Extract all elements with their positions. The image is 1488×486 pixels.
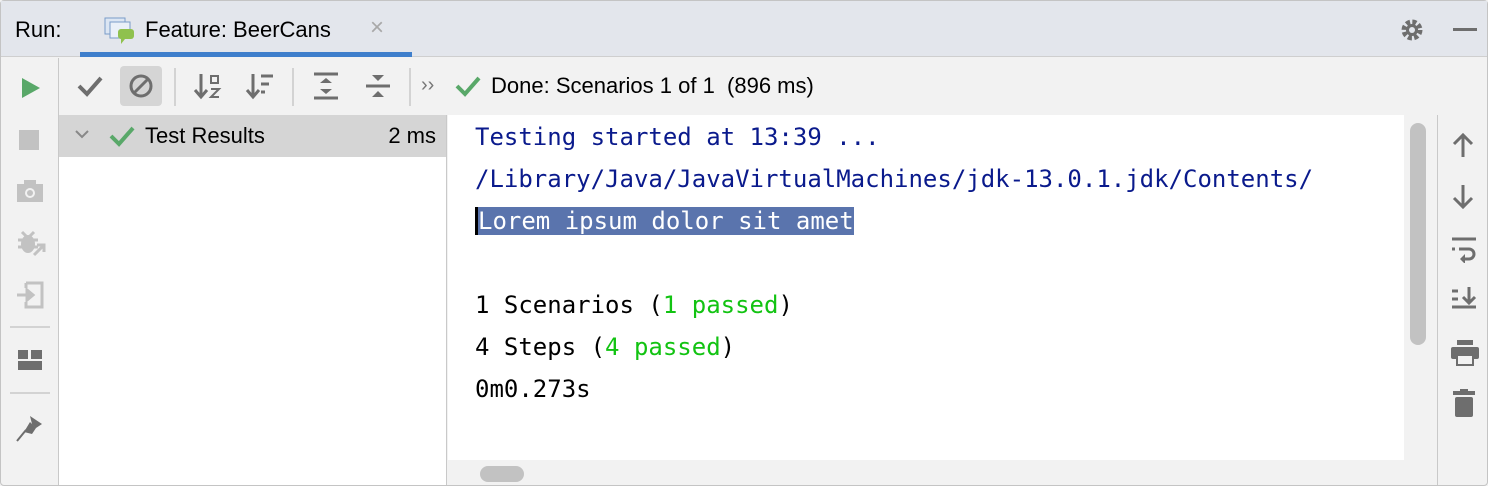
import-tests-icon[interactable] xyxy=(16,280,46,310)
console-output[interactable]: Testing started at 13:39 ... /Library/Jav… xyxy=(448,115,1437,485)
status-text: Done: Scenarios 1 of 1 (896 ms) xyxy=(491,73,814,98)
sort-alpha-icon xyxy=(193,74,222,100)
separator xyxy=(10,326,50,328)
close-tab-icon[interactable]: × xyxy=(370,15,384,41)
minimize-icon[interactable] xyxy=(1453,28,1477,31)
layout-icon[interactable] xyxy=(16,348,44,372)
console-line: Testing started at 13:39 ... xyxy=(475,123,880,151)
tab-feature-beercans[interactable]: Feature: BeerCans × xyxy=(80,1,412,57)
sort-alphabetically-button[interactable] xyxy=(187,66,229,106)
separator xyxy=(409,68,411,106)
left-toolbar xyxy=(1,58,59,485)
sort-duration-icon xyxy=(245,74,273,100)
arrow-up-icon[interactable] xyxy=(1450,131,1476,159)
gear-icon[interactable] xyxy=(1399,17,1425,43)
debug-export-icon[interactable] xyxy=(16,228,46,258)
test-tree: Test Results 2 ms xyxy=(59,115,447,485)
run-tool-window: Run: Feature: BeerCans × ›› Done: Scenar… xyxy=(0,0,1488,486)
selected-text[interactable]: Lorem ipsum dolor sit amet xyxy=(475,207,854,235)
chevron-down-icon[interactable] xyxy=(73,125,91,143)
tree-item-test-results[interactable]: Test Results 2 ms xyxy=(59,115,446,157)
console-line: 0m0.273s xyxy=(475,375,591,403)
text: 1 Scenarios ( xyxy=(475,291,663,319)
text: 4 Steps ( xyxy=(475,333,606,361)
cucumber-feature-icon xyxy=(104,17,134,44)
check-icon xyxy=(77,76,103,97)
vertical-scrollbar[interactable] xyxy=(1410,123,1426,345)
check-icon xyxy=(455,76,481,97)
text: ) xyxy=(720,333,736,361)
trash-icon[interactable] xyxy=(1450,389,1478,419)
scroll-to-end-icon[interactable] xyxy=(1450,285,1478,313)
console-line: Lorem ipsum dolor sit amet xyxy=(475,200,1313,242)
more-actions-icon[interactable]: ›› xyxy=(421,74,434,96)
soft-wrap-icon[interactable] xyxy=(1450,235,1478,263)
passed-count: 4 passed xyxy=(605,333,721,361)
arrow-down-icon[interactable] xyxy=(1450,183,1476,211)
pin-icon[interactable] xyxy=(16,412,46,442)
stop-icon[interactable] xyxy=(16,127,42,153)
tab-bar: Run: Feature: BeerCans × xyxy=(1,1,1487,57)
separator xyxy=(10,392,50,394)
expand-all-icon xyxy=(314,72,338,100)
test-toolbar: ›› Done: Scenarios 1 of 1 (896 ms) xyxy=(59,58,1487,115)
run-label: Run: xyxy=(15,17,62,42)
collapse-all-icon xyxy=(366,75,390,97)
active-tab-underline xyxy=(80,52,412,57)
tree-item-label: Test Results xyxy=(145,123,265,148)
console-toolbar xyxy=(1437,115,1487,485)
collapse-all-button[interactable] xyxy=(357,66,399,106)
sort-by-duration-button[interactable] xyxy=(239,66,281,106)
console-line: 4 Steps (4 passed) xyxy=(475,326,1313,368)
passed-icon xyxy=(109,126,135,147)
passed-count: 1 passed xyxy=(662,291,779,319)
tab-title: Feature: BeerCans xyxy=(145,17,331,42)
print-icon[interactable] xyxy=(1450,339,1480,367)
expand-all-button[interactable] xyxy=(305,66,347,106)
horizontal-scrollbar[interactable] xyxy=(480,466,524,482)
console-line: /Library/Java/JavaVirtualMachines/jdk-13… xyxy=(475,165,1314,193)
show-ignored-button[interactable] xyxy=(120,66,162,106)
ignored-icon xyxy=(129,74,153,98)
console-line: 1 Scenarios (1 passed) xyxy=(475,284,1313,326)
rerun-icon[interactable] xyxy=(16,75,42,101)
test-status: Done: Scenarios 1 of 1 (896 ms) xyxy=(455,72,814,100)
text: ) xyxy=(778,291,793,319)
separator xyxy=(174,68,176,106)
camera-icon[interactable] xyxy=(16,178,44,204)
separator xyxy=(292,68,294,106)
tree-item-duration: 2 ms xyxy=(388,123,436,148)
show-passed-button[interactable] xyxy=(69,66,111,106)
console-text-area: Testing started at 13:39 ... /Library/Jav… xyxy=(448,115,1404,460)
